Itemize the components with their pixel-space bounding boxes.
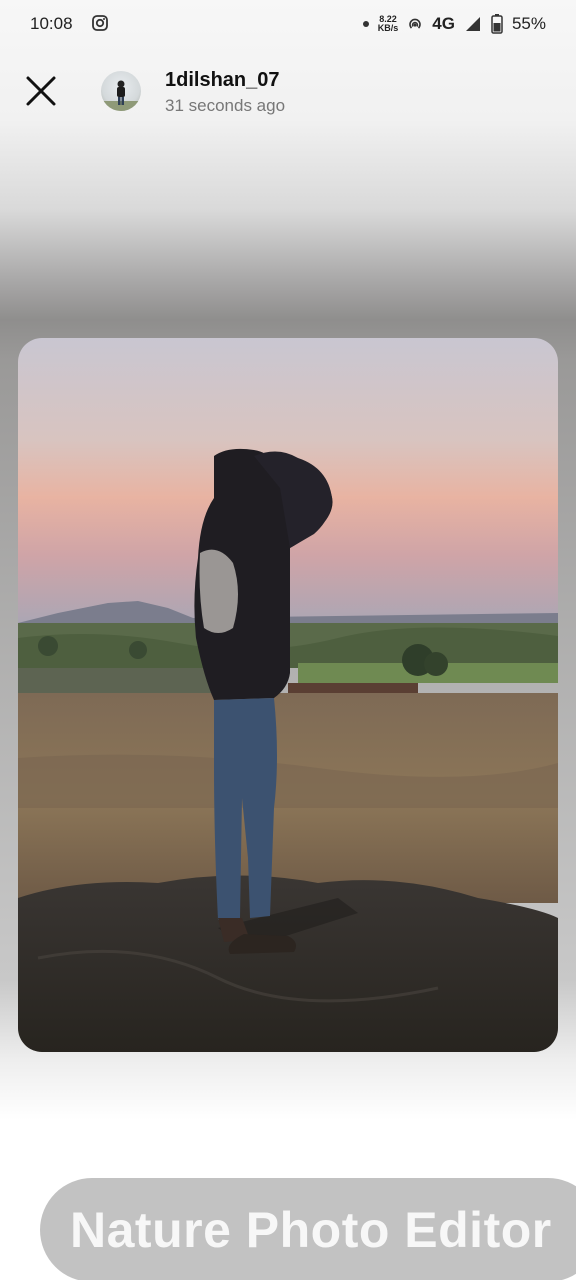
- banner-label: Nature Photo Editor: [70, 1202, 552, 1258]
- notification-dot: [362, 21, 369, 27]
- photo-scene: [18, 338, 558, 1052]
- battery-icon: [491, 14, 503, 34]
- status-bar: 10:08 8.22 KB/s 4G 55%: [0, 0, 576, 50]
- nature-photo-editor-banner[interactable]: Nature Photo Editor: [40, 1178, 576, 1280]
- instagram-icon: [92, 15, 108, 31]
- username[interactable]: 1dilshan_07: [165, 69, 280, 92]
- post-timestamp: 31 seconds ago: [165, 96, 286, 115]
- close-icon[interactable]: [24, 74, 58, 108]
- network-speed: 8.22 KB/s: [378, 15, 399, 33]
- avatar[interactable]: [101, 71, 141, 111]
- status-icons: 8.22 KB/s 4G 55%: [362, 14, 546, 34]
- network-type: 4G: [432, 14, 455, 33]
- avatar-figure: [101, 80, 141, 111]
- speed-unit: KB/s: [377, 23, 399, 33]
- hotspot-icon: [409, 18, 422, 29]
- signal-icon: [465, 17, 480, 31]
- status-time: 10:08: [30, 14, 73, 33]
- battery-percent: 55%: [511, 14, 546, 33]
- story-photo[interactable]: [18, 338, 558, 1052]
